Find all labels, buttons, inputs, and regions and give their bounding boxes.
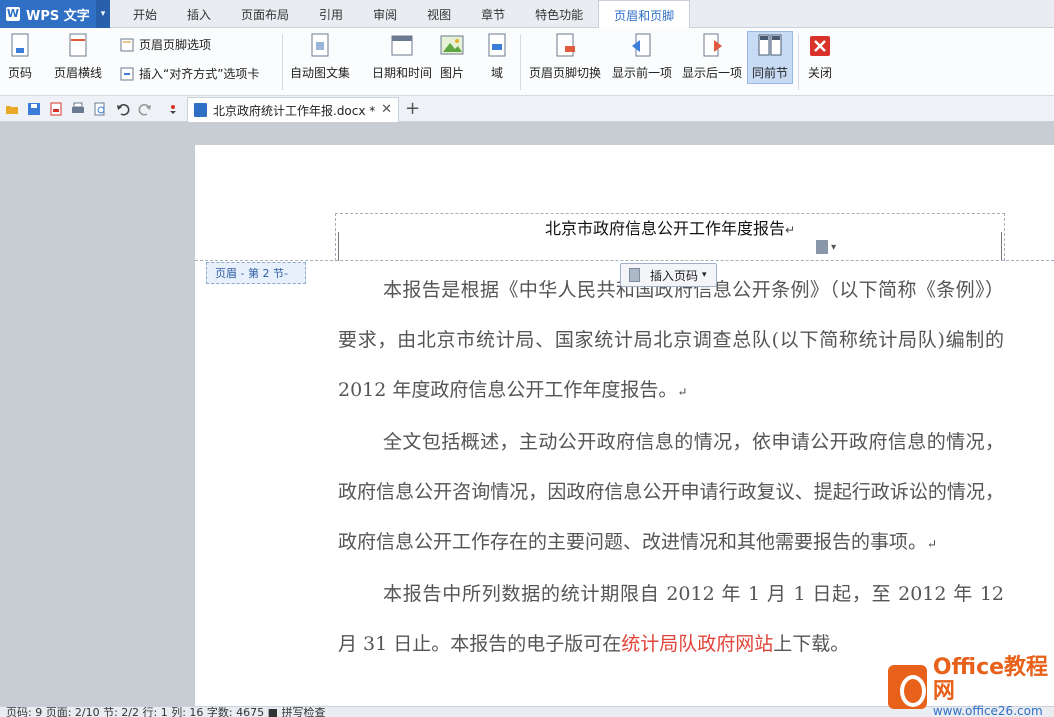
insert-align-icon: [120, 67, 134, 80]
app-menu-button[interactable]: W WPS 文字 ▾: [0, 0, 110, 28]
arrow-left-icon: [632, 33, 651, 57]
paragraph-3[interactable]: 本报告中所列数据的统计期限自 2012 年 1 月 1 日起，至 2012 年 …: [338, 569, 1004, 669]
show-prev-button[interactable]: 显示前一项: [612, 32, 672, 81]
ribbon-separator: [282, 34, 283, 90]
app-name: WPS 文字: [26, 8, 90, 24]
picture-icon: [440, 35, 464, 55]
document-body[interactable]: 本报告是根据《中华人民共和国政府信息公开条例》（以下简称《条例》）要求，由北京市…: [338, 265, 1004, 669]
title-bar: W WPS 文字 ▾ 开始 插入 页面布局 引用 审阅 视图 章节 特色功能 页…: [0, 0, 1054, 29]
document-name: 北京政府统计工作年报.docx *: [213, 103, 376, 118]
page-icon: [629, 268, 640, 282]
header-section-label: 页眉 - 第 2 节-: [206, 262, 306, 284]
tab-home[interactable]: 开始: [118, 0, 172, 28]
paragraph-2[interactable]: 全文包括概述，主动公开政府信息的情况，依申请公开政府信息的情况，政府信息公开咨询…: [338, 417, 1004, 569]
same-as-prev-icon: [758, 34, 782, 56]
close-icon: [810, 36, 830, 56]
header-line-icon: [69, 33, 87, 57]
document-icon: [194, 103, 207, 117]
ribbon: 页码 页眉横线 页眉页脚选项 插入“对齐方式”选项卡 自动图文集 日期和时间 图…: [0, 28, 1054, 96]
ribbon-separator: [798, 34, 799, 90]
paragraph-1[interactable]: 本报告是根据《中华人民共和国政府信息公开条例》（以下简称《条例》）要求，由北京市…: [338, 265, 1004, 417]
page-number-button[interactable]: 页码: [8, 32, 32, 81]
tab-page-layout[interactable]: 页面布局: [226, 0, 304, 28]
picture-button[interactable]: 图片: [440, 32, 464, 81]
wps-logo-icon: W: [6, 7, 20, 21]
open-folder-icon[interactable]: [5, 102, 19, 116]
close-hf-button[interactable]: 关闭: [808, 32, 832, 81]
paste-options[interactable]: ▾: [816, 240, 844, 258]
field-button[interactable]: 域: [485, 32, 509, 81]
redo-icon[interactable]: [138, 102, 152, 116]
header-divider: [195, 260, 1054, 261]
same-as-prev-button[interactable]: 同前节: [747, 31, 794, 84]
tab-view[interactable]: 视图: [412, 0, 466, 28]
ribbon-separator: [520, 34, 521, 90]
chevron-down-icon[interactable]: ▾: [96, 0, 110, 28]
hf-options-button[interactable]: 页眉页脚选项: [120, 36, 211, 53]
header-title[interactable]: 北京市政府信息公开工作年度报告↵: [335, 215, 1005, 239]
page-number-icon: [11, 33, 29, 57]
switch-icon: [556, 33, 575, 57]
highlighted-text[interactable]: 统计局队政府网站: [621, 633, 773, 655]
date-time-button[interactable]: 日期和时间: [372, 32, 432, 81]
options-icon: [120, 38, 134, 51]
tab-review[interactable]: 审阅: [358, 0, 412, 28]
document-tab[interactable]: 北京政府统计工作年报.docx * ✕: [187, 97, 399, 122]
header-line-button[interactable]: 页眉横线: [54, 32, 102, 81]
close-tab-icon[interactable]: ✕: [381, 102, 392, 117]
print-preview-icon[interactable]: [93, 102, 107, 116]
ribbon-tabs: 开始 插入 页面布局 引用 审阅 视图 章节 特色功能 页眉和页脚: [118, 0, 691, 29]
watermark-logo: Office教程网 www.office26.com: [888, 656, 1054, 717]
tab-special[interactable]: 特色功能: [520, 0, 598, 28]
chevron-down-icon: ▾: [702, 270, 707, 280]
field-icon: [488, 33, 506, 57]
calendar-icon: [391, 35, 413, 56]
export-pdf-icon[interactable]: [49, 102, 63, 116]
quick-access-bar: 北京政府统计工作年报.docx * ✕ +: [0, 96, 1054, 122]
insert-align-tab-button[interactable]: 插入“对齐方式”选项卡: [120, 65, 259, 82]
tab-references[interactable]: 引用: [304, 0, 358, 28]
show-next-button[interactable]: 显示后一项: [682, 32, 742, 81]
new-tab-icon[interactable]: +: [405, 98, 420, 119]
auto-text-icon: [311, 33, 329, 57]
save-icon[interactable]: [27, 102, 41, 116]
clipboard-icon: [816, 240, 828, 254]
office-logo-icon: [888, 665, 927, 709]
hf-switch-button[interactable]: 页眉页脚切换: [529, 32, 601, 81]
tab-section[interactable]: 章节: [466, 0, 520, 28]
print-icon[interactable]: [71, 102, 85, 116]
auto-text-button[interactable]: 自动图文集: [290, 32, 350, 81]
insert-page-number-button[interactable]: 插入页码 ▾: [620, 263, 717, 287]
undo-icon[interactable]: [116, 102, 130, 116]
tab-insert[interactable]: 插入: [172, 0, 226, 28]
tab-header-footer[interactable]: 页眉和页脚: [598, 0, 691, 29]
arrow-right-icon: [703, 33, 722, 57]
customize-chevron-icon[interactable]: [166, 102, 180, 116]
